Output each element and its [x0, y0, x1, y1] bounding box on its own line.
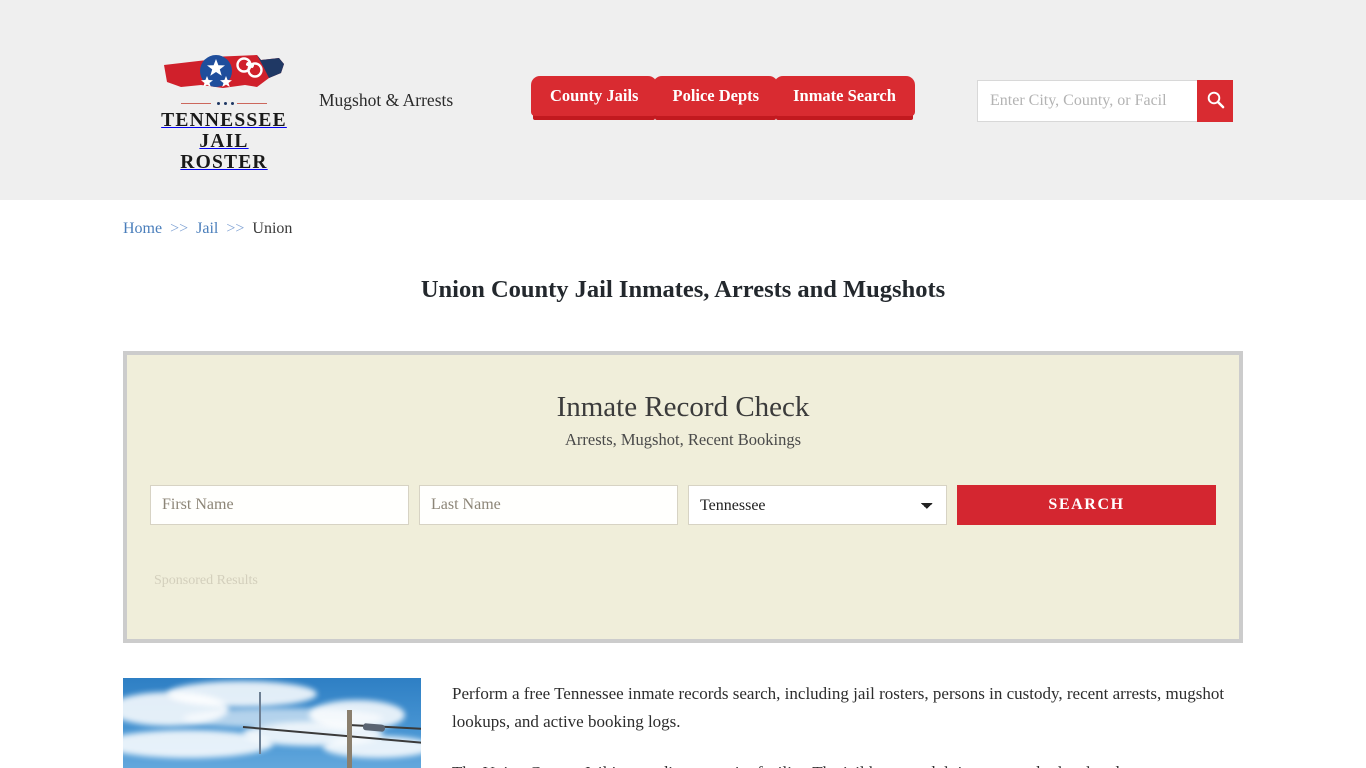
site-logo[interactable]: TENNESSEE JAIL ROSTER: [159, 52, 289, 173]
article-section: Perform a free Tennessee inmate records …: [123, 678, 1243, 768]
breadcrumb-separator-1: >>: [170, 220, 189, 237]
breadcrumb-current: Union: [252, 220, 293, 237]
breadcrumb: Home >> Jail >> Union: [123, 200, 1243, 238]
nav-button-county-jails[interactable]: County Jails: [531, 76, 658, 116]
panel-subtitle: Arrests, Mugshot, Recent Bookings: [564, 430, 802, 449]
tennessee-state-logo-icon: [161, 52, 287, 96]
state-select[interactable]: Tennessee: [688, 485, 947, 525]
jail-photo: [123, 678, 421, 768]
inmate-record-check-panel: Inmate Record Check Arrests, Mugshot, Re…: [123, 351, 1243, 643]
search-icon: [1206, 90, 1225, 112]
breadcrumb-link-home[interactable]: Home: [123, 220, 162, 237]
header-search-input[interactable]: [977, 80, 1197, 122]
nav-button-inmate-search[interactable]: Inmate Search: [774, 76, 915, 116]
nav-button-police-depts[interactable]: Police Depts: [653, 76, 779, 116]
main-content: Home >> Jail >> Union Union County Jail …: [123, 200, 1243, 768]
last-name-input[interactable]: [419, 485, 678, 525]
article-paragraph-1: Perform a free Tennessee inmate records …: [452, 684, 1225, 731]
header-search-button[interactable]: [1197, 80, 1233, 122]
article-paragraph-2: The Union County Jail is a medium securi…: [452, 759, 1243, 768]
logo-text-line1: TENNESSEE: [161, 110, 287, 131]
first-name-input[interactable]: [150, 485, 409, 525]
breadcrumb-separator-2: >>: [226, 220, 245, 237]
inmate-search-submit-button[interactable]: SEARCH: [957, 485, 1216, 525]
sponsored-results-label: Sponsored Results: [154, 573, 258, 588]
breadcrumb-link-jail[interactable]: Jail: [196, 220, 218, 237]
logo-text-line2: JAIL ROSTER: [180, 131, 268, 174]
primary-navigation: County Jails Police Depts Inmate Search: [531, 76, 915, 124]
site-header: TENNESSEE JAIL ROSTER Mugshot & Arrests …: [0, 0, 1366, 200]
header-container: TENNESSEE JAIL ROSTER Mugshot & Arrests …: [123, 0, 1243, 200]
logo-divider: [181, 100, 267, 107]
site-tagline: Mugshot & Arrests: [319, 90, 454, 110]
inmate-search-form: Tennessee SEARCH: [150, 485, 1216, 525]
header-search: [977, 80, 1233, 122]
article-text: Perform a free Tennessee inmate records …: [452, 678, 1243, 768]
page-title: Union County Jail Inmates, Arrests and M…: [420, 276, 946, 303]
panel-title: Inmate Record Check: [556, 391, 810, 423]
